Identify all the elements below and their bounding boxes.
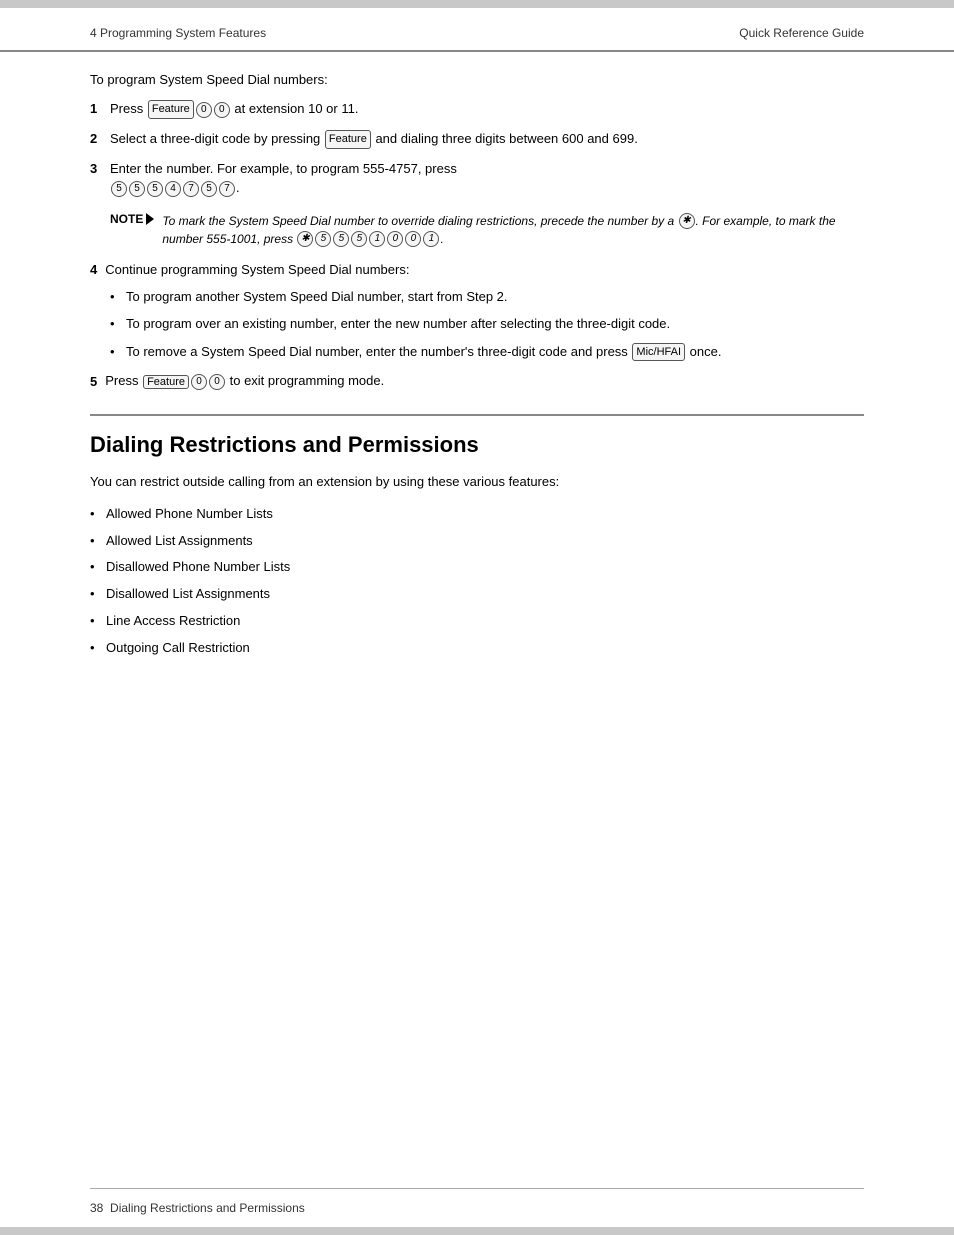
note-block: NOTE To mark the System Speed Dial numbe… (110, 212, 864, 248)
step-4-bullets: To program another System Speed Dial num… (110, 287, 864, 362)
bullet-2: To program over an existing number, ente… (110, 314, 864, 334)
note-text: To mark the System Speed Dial number to … (162, 212, 864, 248)
digit-4: 4 (165, 181, 181, 197)
step-4-num: 4 (90, 262, 97, 277)
digit-5b: 5 (129, 181, 145, 197)
header-chapter: 4 Programming System Features (90, 26, 266, 40)
footer: 38 Dialing Restrictions and Permissions (0, 1189, 954, 1227)
feature-key-1: Feature (148, 100, 194, 119)
zero-key-5a: 0 (191, 374, 207, 390)
bullet-1: To program another System Speed Dial num… (110, 287, 864, 307)
feature-item-2: Allowed List Assignments (90, 531, 864, 552)
digit-7a: 7 (183, 181, 199, 197)
steps-list: 1 Press Feature00 at extension 10 or 11.… (90, 99, 864, 198)
step-1-text: Press Feature00 at extension 10 or 11. (110, 101, 358, 116)
step-4-container: 4 Continue programming System Speed Dial… (90, 262, 864, 362)
mic-hfai-key: Mic/HFAI (632, 343, 685, 362)
note-star: ✱ (297, 231, 313, 247)
footer-section-title: Dialing Restrictions and Permissions (110, 1201, 305, 1215)
zero-key-1a: 0 (196, 102, 212, 118)
top-bar (0, 0, 954, 8)
section-heading: Dialing Restrictions and Permissions (90, 432, 864, 458)
page-header: 4 Programming System Features Quick Refe… (0, 8, 954, 52)
step-5: 5 Press Feature00 to exit programming mo… (90, 373, 864, 390)
note-0b: 0 (405, 231, 421, 247)
feature-list: Allowed Phone Number Lists Allowed List … (90, 504, 864, 659)
feature-item-1: Allowed Phone Number Lists (90, 504, 864, 525)
note-5c: 5 (351, 231, 367, 247)
feature-item-3: Disallowed Phone Number Lists (90, 557, 864, 578)
zero-key-1b: 0 (214, 102, 230, 118)
step-1-num: 1 (90, 99, 97, 119)
note-5b: 5 (333, 231, 349, 247)
feature-item-6: Outgoing Call Restriction (90, 638, 864, 659)
step-2-text: Select a three-digit code by pressing Fe… (110, 131, 638, 146)
digit-5a: 5 (111, 181, 127, 197)
feature-item-4: Disallowed List Assignments (90, 584, 864, 605)
step-5-num: 5 (90, 374, 97, 389)
intro-text: To program System Speed Dial numbers: (90, 72, 864, 87)
footer-page-num: 38 (90, 1201, 103, 1215)
step-3-num: 3 (90, 159, 97, 179)
bottom-area: 38 Dialing Restrictions and Permissions (0, 1188, 954, 1235)
step-3: 3 Enter the number. For example, to prog… (90, 159, 864, 198)
step-1: 1 Press Feature00 at extension 10 or 11. (90, 99, 864, 119)
section-divider (90, 414, 864, 416)
feature-item-5: Line Access Restriction (90, 611, 864, 632)
main-content: To program System Speed Dial numbers: 1 … (0, 52, 954, 699)
star-key: ✱ (679, 213, 695, 229)
step-4-row: 4 Continue programming System Speed Dial… (90, 262, 864, 277)
bullet-3: To remove a System Speed Dial number, en… (110, 342, 864, 362)
step-4-bullet-list: To program another System Speed Dial num… (110, 287, 864, 362)
note-arrow-icon (146, 213, 154, 225)
note-1a: 1 (369, 231, 385, 247)
header-guide-title: Quick Reference Guide (739, 26, 864, 40)
digit-5d: 5 (201, 181, 217, 197)
bottom-gray-bar (0, 1227, 954, 1235)
step-2-num: 2 (90, 129, 97, 149)
note-0a: 0 (387, 231, 403, 247)
page: 4 Programming System Features Quick Refe… (0, 0, 954, 1235)
feature-key-2: Feature (325, 130, 371, 149)
note-5a: 5 (315, 231, 331, 247)
step-5-text: Press Feature00 to exit programming mode… (105, 373, 384, 390)
digit-7b: 7 (219, 181, 235, 197)
section-intro: You can restrict outside calling from an… (90, 472, 864, 492)
note-label: NOTE (110, 212, 154, 226)
zero-key-5b: 0 (209, 374, 225, 390)
note-1b: 1 (423, 231, 439, 247)
step-2: 2 Select a three-digit code by pressing … (90, 129, 864, 149)
feature-key-5: Feature (143, 375, 189, 389)
step-3-text: Enter the number. For example, to progra… (110, 161, 457, 196)
digit-5c: 5 (147, 181, 163, 197)
step-4-text: Continue programming System Speed Dial n… (105, 262, 409, 277)
